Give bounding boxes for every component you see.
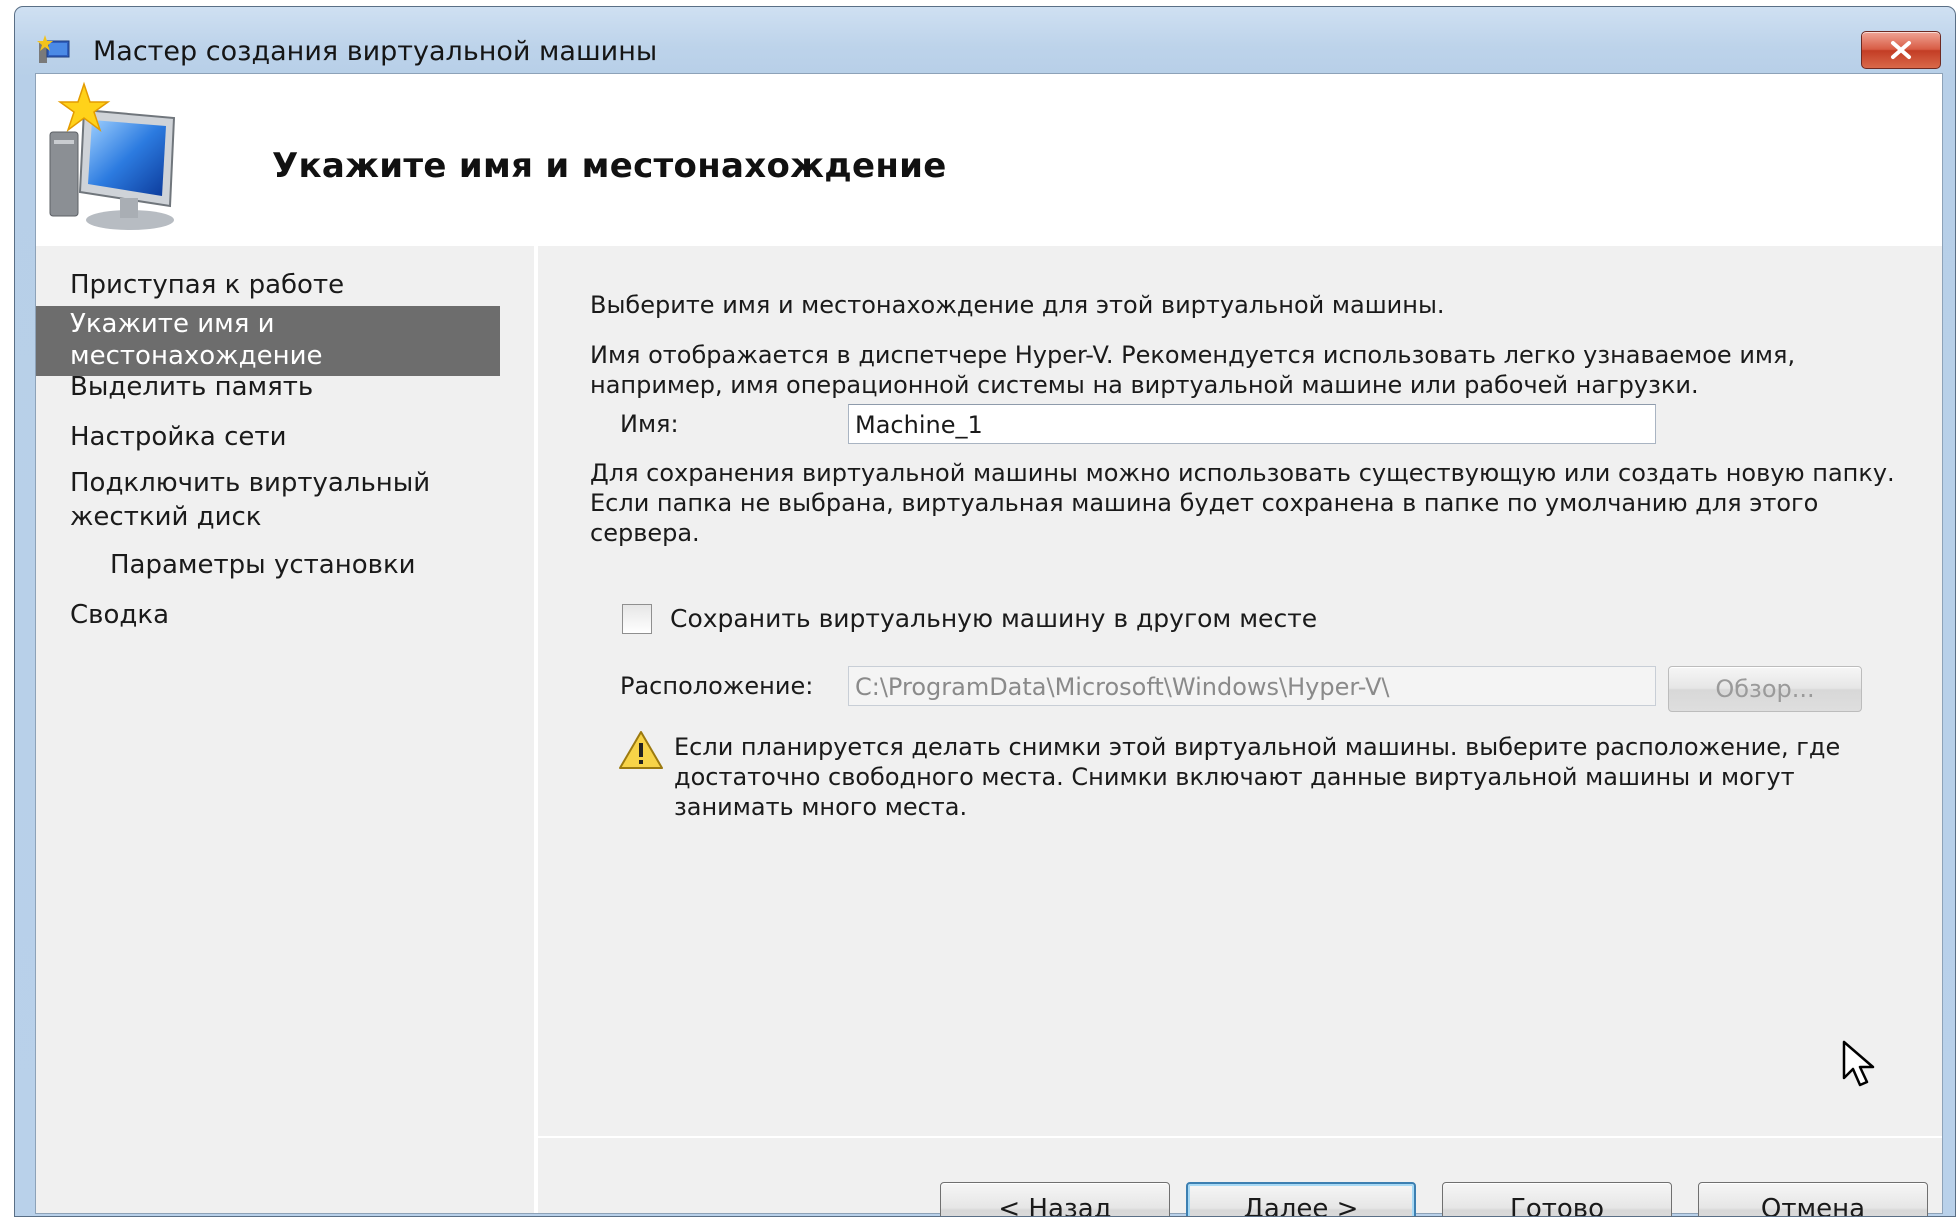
hyper-v-wizard-icon xyxy=(37,33,73,69)
nav-step-network[interactable]: Настройка сети xyxy=(70,420,286,454)
finish-button[interactable]: Готово xyxy=(1442,1182,1672,1216)
store-elsewhere-checkbox[interactable] xyxy=(622,604,652,634)
wizard-steps-nav: Приступая к работе Укажите имя и местона… xyxy=(36,246,538,1213)
title-bar[interactable]: Мастер создания виртуальной машины xyxy=(15,7,1955,69)
nav-step-getting-started[interactable]: Приступая к работе xyxy=(70,268,344,302)
button-separator xyxy=(538,1136,1942,1138)
nav-step-name-location[interactable]: Укажите имя и местонахождение xyxy=(36,306,500,376)
page-title: Укажите имя и местонахождение xyxy=(272,146,947,186)
computer-wizard-icon xyxy=(44,80,204,240)
next-button[interactable]: Далее > xyxy=(1186,1182,1416,1216)
wizard-header: Укажите имя и местонахождение xyxy=(36,74,1942,246)
wizard-content: Выберите имя и местонахождение для этой … xyxy=(538,246,1942,1216)
name-label: Имя: xyxy=(620,410,679,438)
back-button[interactable]: < Назад xyxy=(940,1182,1170,1216)
nav-step-memory[interactable]: Выделить память xyxy=(70,370,313,404)
close-icon xyxy=(1891,41,1911,59)
nav-step-install-options[interactable]: Параметры установки xyxy=(110,548,416,582)
store-elsewhere-label[interactable]: Сохранить виртуальную машину в другом ме… xyxy=(670,604,1317,633)
mouse-pointer-icon xyxy=(1840,1040,1880,1092)
wizard-client-area: Укажите имя и местонахождение Приступая … xyxy=(35,73,1943,1216)
name-hint-text: Имя отображается в диспетчере Hyper-V. Р… xyxy=(590,341,1796,399)
warning-icon xyxy=(618,730,664,774)
folder-hint-text: Для сохранения виртуальной машины можно … xyxy=(590,459,1895,547)
wizard-window: Мастер создания виртуальной машины Укажи… xyxy=(14,6,1956,1217)
name-input[interactable]: Machine_1 xyxy=(848,404,1656,444)
close-button[interactable] xyxy=(1861,31,1941,69)
nav-step-virtual-disk[interactable]: Подключить виртуальный жесткий диск xyxy=(70,466,470,534)
warning-text: Если планируется делать снимки этой вирт… xyxy=(674,733,1841,821)
location-input[interactable]: C:\ProgramData\Microsoft\Windows\Hyper-V… xyxy=(848,666,1656,706)
browse-button[interactable]: Обзор... xyxy=(1668,666,1862,712)
intro-text: Выберите имя и местонахождение для этой … xyxy=(590,291,1445,319)
window-title: Мастер создания виртуальной машины xyxy=(93,36,658,67)
nav-step-summary[interactable]: Сводка xyxy=(70,598,169,632)
location-label: Расположение: xyxy=(620,672,814,700)
cancel-button[interactable]: Отмена xyxy=(1698,1182,1928,1216)
